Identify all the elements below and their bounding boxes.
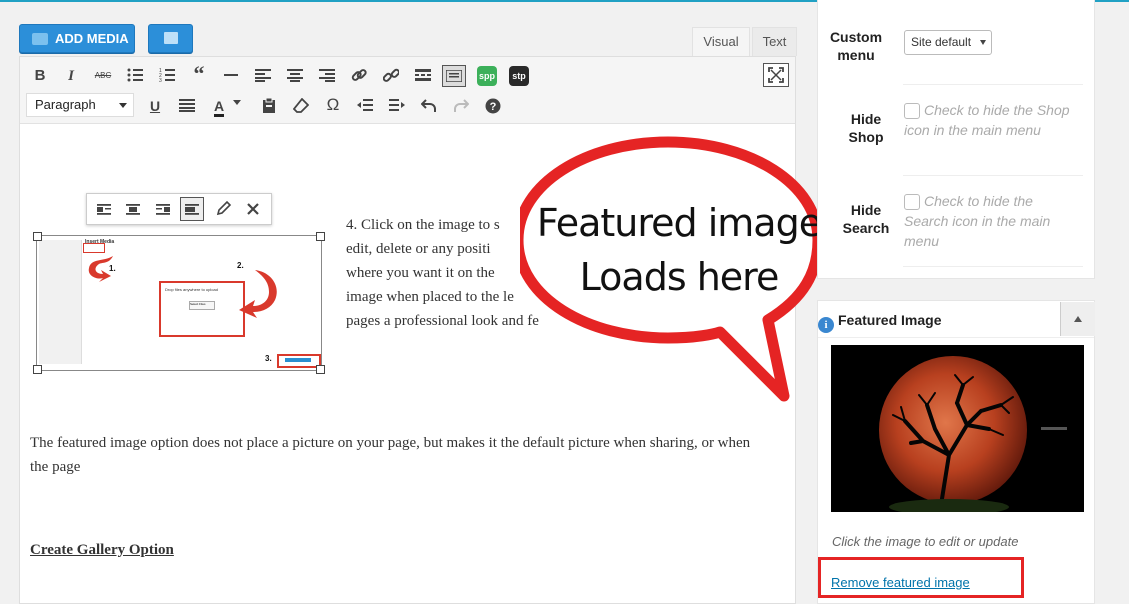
featured-image-title: Featured Image	[838, 312, 942, 328]
image-edit-pencil-icon[interactable]	[211, 197, 235, 221]
form-icon	[164, 32, 178, 44]
hide-search-label: Hide Search	[842, 202, 890, 236]
undo-icon[interactable]	[418, 95, 440, 117]
image-upload-button: Select Files	[189, 301, 215, 310]
featured-image-hint: Click the image to edit or update	[832, 534, 1019, 549]
toolbar-toggle-icon[interactable]	[442, 65, 466, 87]
featured-image-thumbnail[interactable]	[831, 345, 1084, 512]
image-dialog-sidebar	[39, 240, 82, 364]
outdent-icon[interactable]	[354, 95, 376, 117]
underline-icon[interactable]: U	[144, 95, 166, 117]
spp-plugin-button[interactable]: spp	[477, 66, 497, 86]
callout-line: Loads here	[579, 255, 780, 299]
featured-image-header[interactable]: i Featured Image	[818, 301, 1095, 338]
align-left-icon[interactable]	[252, 65, 274, 87]
stp-plugin-button[interactable]: stp	[509, 66, 529, 86]
editor-toolbar: B I ABC 123 “ spp stp Paragraph U A Ω ?	[20, 57, 795, 124]
remove-link-icon[interactable]	[380, 65, 402, 87]
bulleted-list-icon[interactable]	[124, 65, 146, 87]
format-select-value: Paragraph	[35, 97, 96, 112]
image-align-center-icon[interactable]	[121, 197, 145, 221]
image-inline-toolbar	[86, 193, 272, 225]
text-color-icon[interactable]: A	[208, 95, 230, 117]
image-align-none-icon[interactable]	[180, 197, 204, 221]
clear-formatting-icon[interactable]	[290, 95, 312, 117]
add-media-button[interactable]: ADD MEDIA	[19, 24, 135, 53]
hide-shop-description: Check to hide the Shop icon in the main …	[904, 102, 1070, 138]
red-arrow-icon	[88, 256, 113, 282]
red-arrow-icon	[239, 270, 277, 318]
bold-icon[interactable]: B	[29, 65, 51, 87]
strikethrough-icon[interactable]: ABC	[92, 65, 114, 87]
svg-text:?: ?	[490, 101, 497, 113]
callout-line: Featured image	[536, 201, 822, 245]
image-align-left-icon[interactable]	[92, 197, 116, 221]
remove-featured-image-link[interactable]: Remove featured image	[831, 575, 970, 590]
divider	[903, 266, 1083, 267]
italic-icon[interactable]: I	[60, 65, 82, 87]
featured-paragraph: The featured image option does not place…	[30, 435, 751, 475]
special-character-icon[interactable]: Ω	[322, 94, 344, 116]
image-remove-close-icon[interactable]	[241, 197, 265, 221]
custom-menu-label: Custom menu	[829, 29, 883, 63]
callout-text: Featured image Loads here	[533, 196, 825, 304]
chevron-down-icon	[119, 103, 127, 108]
fullscreen-icon[interactable]	[763, 63, 789, 87]
redo-icon[interactable]	[450, 95, 472, 117]
blockquote-icon[interactable]: “	[188, 63, 210, 85]
info-icon: i	[818, 317, 834, 333]
image-highlight-box	[83, 243, 105, 253]
image-align-right-icon[interactable]	[151, 197, 175, 221]
align-right-icon[interactable]	[316, 65, 338, 87]
divider	[903, 175, 1083, 176]
tab-text[interactable]: Text	[752, 27, 797, 56]
text-color-dropdown-icon[interactable]	[232, 97, 242, 119]
hide-search-description: Check to hide the Search icon in the mai…	[904, 193, 1051, 249]
insert-form-button[interactable]	[148, 24, 193, 53]
gallery-heading: Create Gallery Option	[30, 542, 174, 558]
inline-content-image[interactable]: Insert Media 1. 2. 3. Drop files anywher…	[33, 232, 325, 374]
svg-text:3: 3	[159, 78, 162, 82]
media-icon	[32, 33, 48, 45]
divider	[903, 84, 1083, 85]
image-insert-highlight	[277, 354, 321, 368]
numbered-list-icon[interactable]: 123	[156, 65, 178, 87]
horizontal-line-icon[interactable]	[220, 65, 242, 87]
chevron-up-icon	[1074, 316, 1082, 322]
image-upload-box: Drop files anywhere to upload Select Fil…	[159, 281, 245, 337]
custom-menu-select[interactable]: Site default	[904, 30, 992, 55]
resize-handle[interactable]	[33, 232, 42, 241]
resize-handle[interactable]	[33, 365, 42, 374]
resize-handle[interactable]	[316, 365, 325, 374]
hide-shop-label: Hide Shop	[848, 111, 884, 145]
read-more-icon[interactable]	[412, 65, 434, 87]
chevron-down-icon	[980, 40, 986, 45]
tab-visual[interactable]: Visual	[692, 27, 750, 56]
custom-menu-value: Site default	[911, 35, 972, 49]
paste-text-icon[interactable]	[258, 95, 280, 117]
indent-icon[interactable]	[386, 95, 408, 117]
resize-handle[interactable]	[316, 232, 325, 241]
align-center-icon[interactable]	[284, 65, 306, 87]
help-icon[interactable]: ?	[482, 95, 504, 117]
add-media-label: ADD MEDIA	[55, 31, 129, 46]
blood-moon-tree-image	[831, 345, 1084, 512]
panel-collapse-button[interactable]	[1060, 302, 1095, 336]
featured-image-panel: i Featured Image Click the image to edit…	[817, 300, 1095, 604]
image-upload-text: Drop files anywhere to upload	[165, 287, 218, 292]
format-select[interactable]: Paragraph	[26, 93, 134, 117]
justify-icon[interactable]	[176, 95, 198, 117]
image-step-number: 3.	[265, 354, 272, 363]
insert-link-icon[interactable]	[348, 65, 370, 87]
